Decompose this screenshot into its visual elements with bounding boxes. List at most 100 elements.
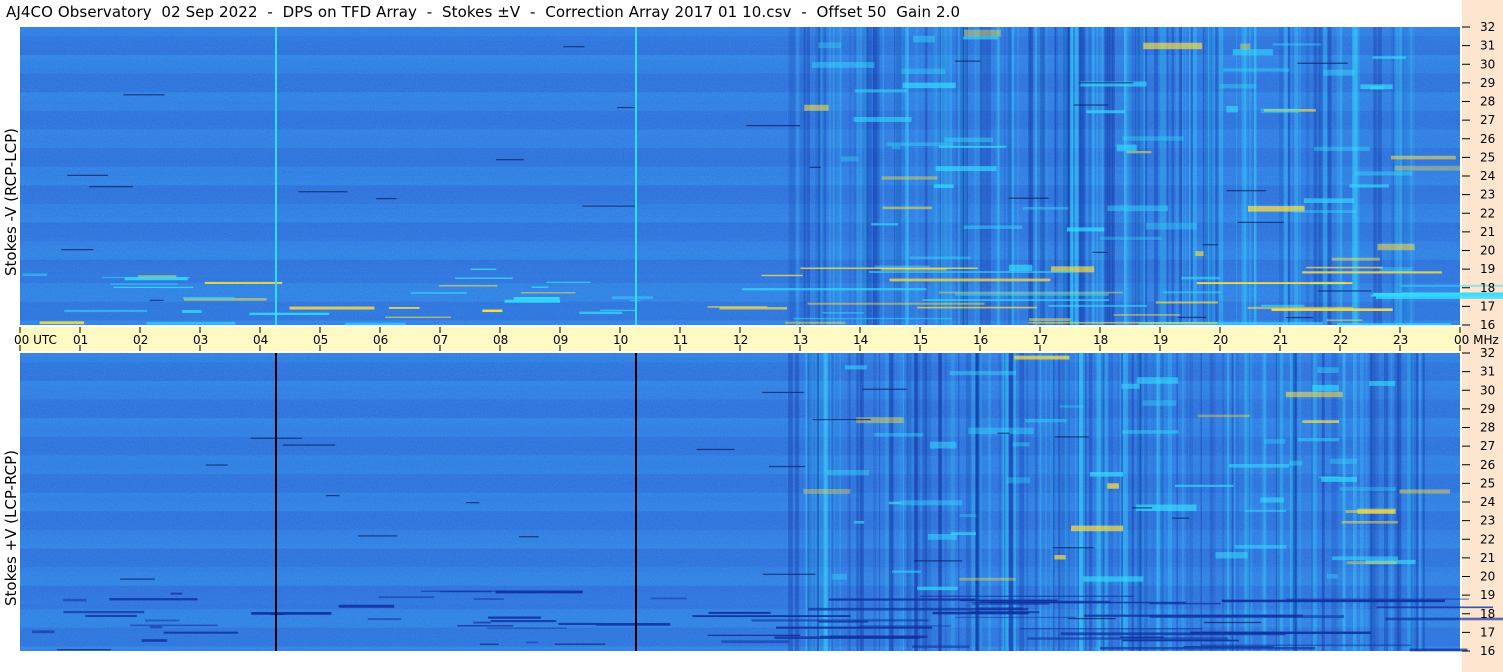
rfi-streak (932, 611, 1029, 615)
signal-patch (944, 137, 993, 143)
signal-patch (888, 501, 901, 505)
frequency-tick-label: 30 (1480, 383, 1495, 397)
interference-column (1360, 353, 1364, 651)
rfi-streak (385, 316, 452, 318)
signal-patch (1240, 43, 1251, 50)
interference-column (1117, 353, 1119, 651)
interference-column (1098, 353, 1103, 651)
signal-patch (1303, 198, 1355, 204)
signal-patch (927, 533, 957, 540)
dark-streak (762, 391, 805, 394)
signal-patch (1142, 400, 1177, 406)
signal-patch (949, 370, 1016, 376)
interference-column (1193, 27, 1197, 325)
rfi-streak (939, 291, 1123, 294)
rfi-streak (955, 293, 1109, 296)
interference-column (1234, 353, 1236, 651)
signal-patch (1126, 151, 1152, 154)
signal-patch (1285, 391, 1343, 398)
y-axis-label-bottom: Stokes +V (LCP-RCP) (2, 450, 20, 606)
rfi-streak (85, 614, 137, 618)
time-tick-label: 06 (373, 333, 388, 347)
time-tick-label: 02 (133, 333, 148, 347)
interference-column (1004, 353, 1008, 651)
rfi-streak (558, 622, 596, 626)
signal-patch (1223, 68, 1290, 72)
dark-streak (496, 159, 524, 161)
rfi-streak (457, 624, 514, 627)
rfi-streak (1221, 599, 1446, 603)
rfi-streak (113, 286, 194, 289)
rfi-streak (919, 595, 1134, 598)
interference-column (1181, 353, 1185, 651)
interference-column (1408, 353, 1414, 651)
interference-column (1154, 27, 1159, 325)
interference-column (832, 27, 835, 325)
rfi-streak (504, 299, 561, 303)
time-tick-label: 16 (973, 333, 988, 347)
signal-patch (1260, 108, 1299, 114)
signal-patch (874, 433, 923, 437)
interference-column (1186, 353, 1189, 651)
interference-column (1212, 353, 1216, 651)
interference-column (1179, 27, 1183, 325)
interference-column (1054, 27, 1056, 325)
interference-column (1409, 27, 1415, 325)
dark-streak (1052, 547, 1094, 549)
interference-column (1244, 353, 1250, 651)
interference-column (1342, 353, 1346, 651)
dark-streak (582, 205, 637, 207)
rfi-streak (249, 312, 330, 316)
interference-column (998, 353, 1002, 651)
frequency-tick-label: 25 (1480, 476, 1495, 490)
interference-column (1012, 353, 1016, 651)
signal-patch (1107, 483, 1119, 489)
frequency-tick-label: 18 (1480, 607, 1495, 621)
interference-column (1406, 27, 1408, 325)
rfi-streak (109, 598, 198, 601)
interference-column (806, 27, 810, 325)
rfi-streak (612, 296, 653, 300)
interference-column (1222, 353, 1225, 651)
rfi-streak (822, 312, 864, 314)
rfi-streak (881, 268, 947, 271)
rfi-streak (63, 598, 87, 602)
rfi-streak (912, 645, 970, 649)
signal-patch (900, 500, 963, 506)
rfi-streak (1326, 319, 1363, 322)
time-tick-label: 01 (73, 333, 88, 347)
rfi-streak (707, 634, 801, 637)
interference-column (873, 27, 875, 325)
interference-column (800, 27, 803, 325)
frequency-tick-label: 24 (1480, 169, 1495, 183)
frequency-tick-label: 20 (1480, 570, 1495, 584)
spectrogram-plot: 32 31 30 29 28 27 26 25 24 23 22 21 20 19 18 17 16 32 31 30… (14, 20, 1503, 658)
interference-column (879, 353, 881, 651)
rfi-streak (1060, 632, 1286, 636)
rfi-streak (182, 310, 202, 313)
interference-column (1204, 27, 1206, 325)
signal-patch (1121, 383, 1140, 389)
signal-patch (1297, 437, 1340, 442)
rfi-streak (889, 278, 1051, 282)
rfi-streak (410, 291, 468, 294)
signal-patch (1354, 171, 1413, 176)
interference-column (817, 353, 820, 651)
rfi-streak (922, 299, 1110, 301)
interference-column (1176, 27, 1179, 325)
rfi-streak (487, 627, 567, 629)
rfi-streak (650, 597, 687, 600)
rfi-streak (488, 616, 541, 619)
rfi-streak (972, 603, 1050, 605)
dark-streak (325, 495, 340, 497)
rfi-streak (63, 610, 145, 614)
rfi-streak (1162, 291, 1222, 294)
interference-column (970, 353, 976, 651)
rfi-streak (793, 317, 953, 320)
rfi-streak (31, 630, 55, 634)
dark-streak (1054, 436, 1089, 438)
rfi-streak (960, 599, 1058, 602)
interference-column (1226, 353, 1230, 651)
signal-patch (1054, 555, 1066, 560)
signal-patch (1302, 420, 1340, 424)
